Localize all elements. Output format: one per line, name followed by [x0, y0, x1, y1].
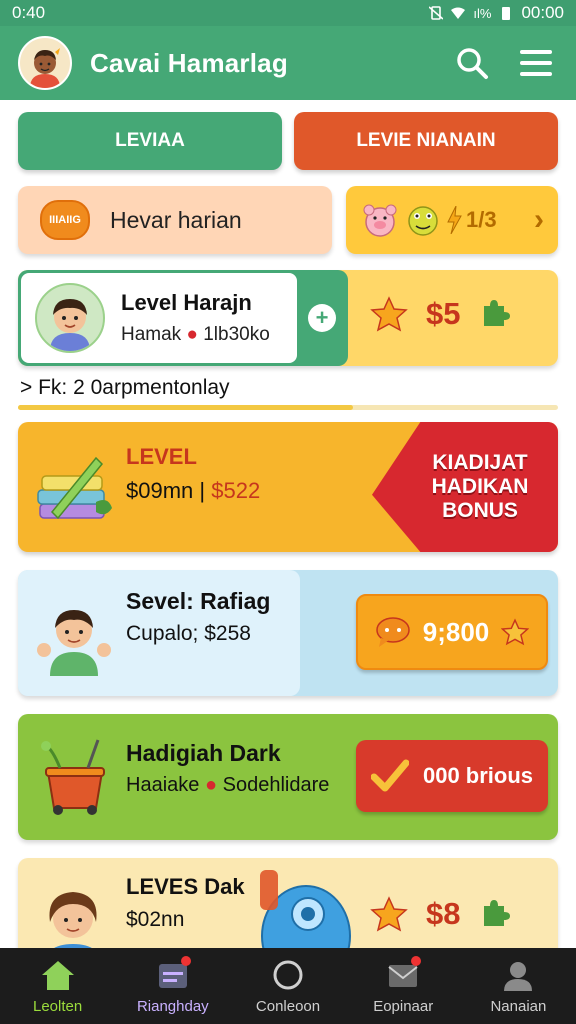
star-icon	[370, 896, 408, 932]
level-card-title: Level Harajn	[121, 290, 252, 315]
rafiag-button-value: 9;800	[422, 616, 490, 647]
app-bar: Cavai Hamarlag	[0, 26, 576, 100]
rafiag-claim-button[interactable]: 9;800	[356, 594, 548, 670]
home-icon	[41, 960, 74, 990]
kid-waving-icon	[37, 610, 111, 676]
star-outline-icon	[501, 618, 530, 646]
leves-card-title: LEVES Dak	[126, 874, 245, 899]
hadigiah-card[interactable]: Hadigiah Dark Haaiake ● Sodehlidare 000 …	[18, 714, 558, 840]
puzzle-icon	[484, 300, 511, 326]
vibrate-icon	[429, 6, 444, 20]
hamburger-menu-icon	[520, 50, 552, 76]
app-title: Cavai Hamarlag	[90, 47, 288, 78]
status-icons: ıl% 00:00	[429, 3, 564, 23]
nav-mail-label: Eopinaar	[373, 997, 434, 1015]
nav-home-label: Leolten	[32, 997, 83, 1015]
status-time: 0:40	[12, 3, 46, 22]
level-card-rewards: $5	[370, 296, 511, 332]
daily-harian-card[interactable]: IIIAIIG Hevar harian	[18, 186, 332, 254]
battery-icon	[502, 7, 511, 20]
daily-row: IIIAIIG Hevar harian 1/3 ›	[18, 186, 558, 254]
frog-icon	[408, 206, 438, 236]
circle-icon	[273, 960, 303, 989]
bolt-icon	[447, 206, 462, 234]
status-bar: 0:40 ıl% 00:00	[0, 0, 576, 26]
signal-text: ıl%	[473, 5, 492, 21]
emoji-rewards-card[interactable]: 1/3 ›	[346, 186, 558, 254]
nav-profile-label: Nanaian	[490, 997, 547, 1015]
boy-face-icon	[50, 299, 90, 351]
search-button[interactable]	[450, 41, 494, 85]
bonus-card-label: LEVEL	[126, 444, 197, 469]
nav-circle[interactable]: Conleoon	[230, 948, 345, 1024]
emoji-count: 1/3	[466, 207, 497, 232]
hadigiah-card-subtitle: Haaiake ● Sodehlidare	[126, 774, 330, 796]
pot-plant-icon	[41, 739, 105, 815]
bonus-card[interactable]: LEVEL $09mn | $522 KIADIJAT HADIKAN BONU…	[18, 422, 558, 552]
rafiag-card-subtitle: Cupalo; $258	[126, 622, 251, 645]
check-icon	[370, 759, 409, 792]
bottom-navigation: Leolten Rianghday Conleoon Eopinaar Nana…	[0, 948, 576, 1024]
progress-fill	[18, 405, 353, 410]
tab-leviaa[interactable]: LEVIAA	[18, 112, 282, 170]
notification-dot	[411, 955, 422, 966]
wifi-icon	[451, 7, 466, 19]
bonus-ribbon[interactable]: KIADIJAT HADIKAN BONUS	[372, 422, 558, 552]
bonus-card-amount: $09mn | $522	[126, 478, 261, 503]
rafiag-card[interactable]: Sevel: Rafiag Cupalo; $258 9;800	[18, 570, 558, 696]
nav-mail[interactable]: Eopinaar	[346, 948, 461, 1024]
bonus-ribbon-text: KIADIJAT HADIKAN BONUS	[431, 450, 529, 523]
kid-avatar-icon	[30, 48, 60, 88]
level-card-price: $5	[426, 296, 461, 331]
pig-icon	[363, 204, 397, 237]
search-icon	[457, 48, 488, 79]
hadigiah-card-title: Hadigiah Dark	[126, 740, 281, 766]
notification-dot	[180, 955, 191, 966]
chevron-right-icon[interactable]: ›	[534, 203, 544, 237]
leves-card-subtitle: $02nn	[126, 908, 185, 931]
add-button[interactable]: +	[308, 304, 336, 332]
level-card-profile: Level Harajn Hamak ● 1lb30ko	[21, 273, 297, 363]
rafiag-card-title: Sevel: Rafiag	[126, 588, 271, 614]
books-icon	[37, 456, 112, 520]
nav-calendar-label: Rianghday	[136, 997, 209, 1015]
nav-home[interactable]: Leolten	[0, 948, 115, 1024]
star-icon	[370, 296, 408, 332]
progress-text: > Fk: 2 0arpmentonlay	[20, 376, 230, 399]
avatar[interactable]	[18, 36, 72, 90]
chat-bubble-icon	[376, 617, 410, 647]
profile-icon	[504, 961, 533, 991]
status-right-time: 00:00	[521, 3, 564, 22]
bonus-claim-button[interactable]: 000 brious	[356, 740, 548, 812]
orange-badge: IIIAIIG	[40, 200, 90, 240]
nav-calendar[interactable]: Rianghday	[115, 948, 230, 1024]
nav-profile[interactable]: Nanaian	[461, 948, 576, 1024]
level-card-subtitle: Hamak ● 1lb30ko	[121, 324, 270, 345]
emoji-group: 1/3	[360, 202, 497, 238]
tab-levie-nianain[interactable]: LEVIE NIANAIN	[294, 112, 558, 170]
leves-card-rewards: $8	[370, 896, 511, 932]
bonus-claim-label: 000 brious	[422, 763, 534, 788]
progress-bar	[18, 405, 558, 410]
progress-section: > Fk: 2 0arpmentonlay	[18, 370, 558, 410]
nav-circle-label: Conleoon	[255, 997, 321, 1015]
puzzle-icon	[484, 900, 511, 926]
daily-harian-label: Hevar harian	[110, 206, 242, 233]
level-card[interactable]: Level Harajn Hamak ● 1lb30ko + $5	[18, 270, 558, 366]
kid-avatar	[35, 283, 105, 353]
menu-button[interactable]	[514, 41, 558, 85]
tab-bar: LEVIAA LEVIE NIANAIN	[18, 112, 558, 170]
leves-card-price: $8	[426, 896, 461, 931]
